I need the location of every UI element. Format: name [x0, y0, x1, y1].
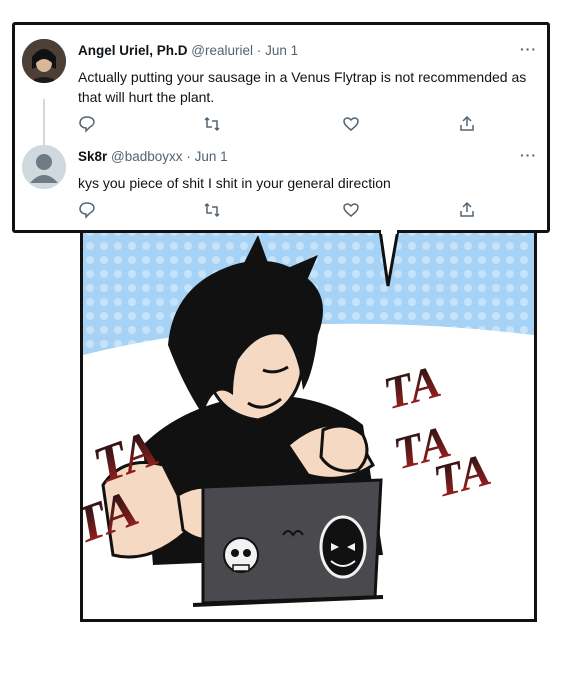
speech-tail	[378, 230, 400, 287]
avatar-icon	[22, 39, 66, 83]
retweet-icon[interactable]	[203, 201, 221, 219]
like-icon[interactable]	[342, 115, 360, 133]
more-icon[interactable]: ···	[520, 41, 537, 57]
comic-illustration: TA TA TA TA TA	[83, 225, 534, 619]
tweet[interactable]: Sk8r @badboyxx · Jun 1 ··· kys you piece…	[15, 135, 547, 230]
demon-sticker	[319, 515, 367, 579]
author-name[interactable]: Sk8r	[78, 149, 107, 164]
tweet-thread-card: Angel Uriel, Ph.D @realuriel · Jun 1 ···…	[12, 22, 550, 233]
share-icon[interactable]	[458, 201, 476, 219]
tweet-header: Angel Uriel, Ph.D @realuriel · Jun 1	[78, 43, 298, 58]
tweet[interactable]: Angel Uriel, Ph.D @realuriel · Jun 1 ···…	[15, 25, 547, 135]
reply-icon[interactable]	[78, 115, 96, 133]
author-handle[interactable]: @realuriel	[191, 43, 253, 58]
laptop	[192, 478, 384, 607]
retweet-icon[interactable]	[203, 115, 221, 133]
like-icon[interactable]	[342, 201, 360, 219]
share-icon[interactable]	[458, 115, 476, 133]
separator: ·	[186, 149, 191, 164]
avatar[interactable]	[22, 39, 66, 83]
avatar[interactable]	[22, 145, 66, 189]
reply-icon[interactable]	[78, 201, 96, 219]
tweet-date[interactable]: Jun 1	[265, 43, 298, 58]
author-handle[interactable]: @badboyxx	[111, 149, 183, 164]
tweet-text: Actually putting your sausage in a Venus…	[78, 69, 527, 105]
tweet-text: kys you piece of shit I shit in your gen…	[78, 175, 391, 191]
default-avatar-icon	[22, 145, 66, 189]
skull-sticker	[223, 537, 259, 573]
tweet-actions	[78, 201, 478, 219]
tweet-header: Sk8r @badboyxx · Jun 1	[78, 149, 228, 164]
more-icon[interactable]: ···	[520, 147, 537, 163]
author-name[interactable]: Angel Uriel, Ph.D	[78, 43, 188, 58]
comic-panel: TA TA TA TA TA	[80, 222, 537, 622]
tweet-date[interactable]: Jun 1	[195, 149, 228, 164]
separator: ·	[256, 43, 262, 58]
tweet-actions	[78, 115, 478, 133]
